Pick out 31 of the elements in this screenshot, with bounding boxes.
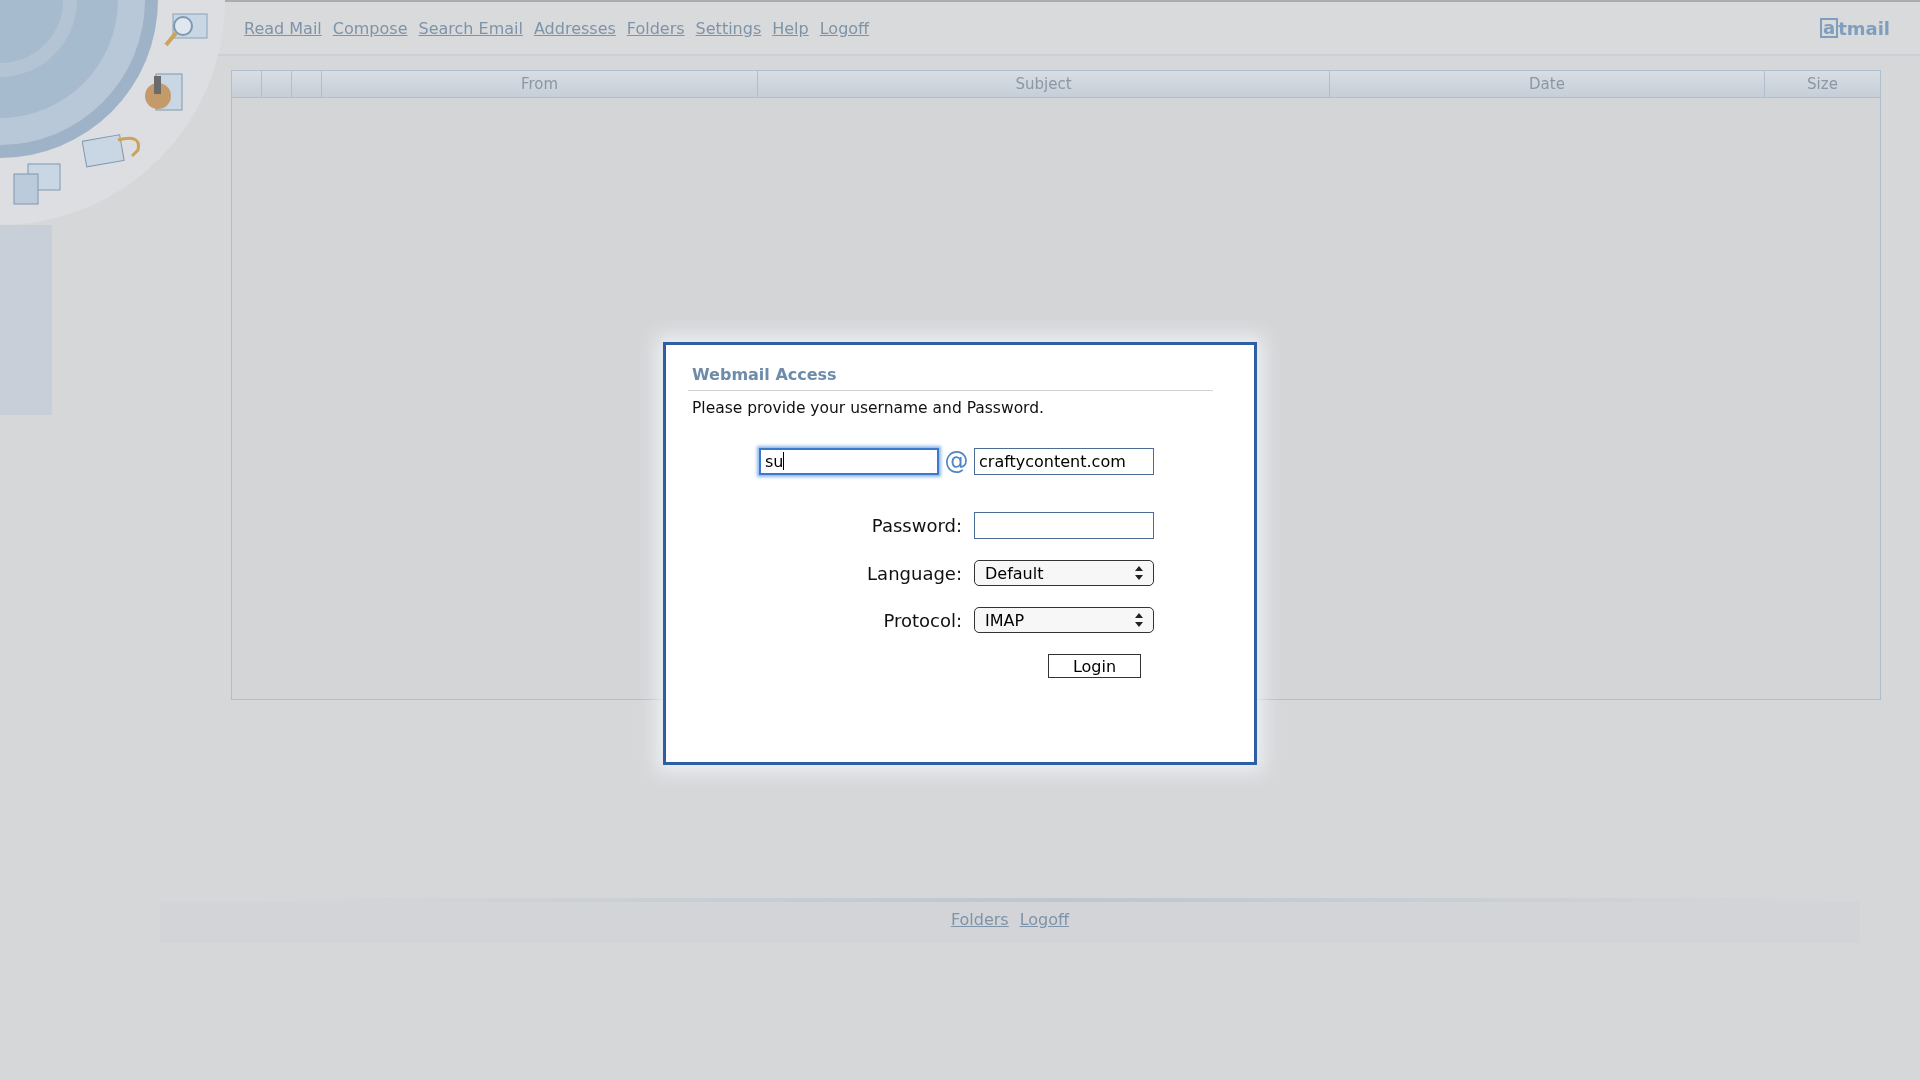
documents-icon[interactable] [12,162,62,206]
nav-link[interactable]: Help [772,18,809,38]
nav-link[interactable]: Read Mail [244,18,322,38]
nav-link[interactable]: Addresses [533,18,616,38]
column-header[interactable]: Subject [758,71,1330,97]
updown-arrows-icon [1135,566,1143,580]
dialog-title: Webmail Access [692,365,838,384]
logo-mark: a [1820,18,1839,38]
field-label: Password: [870,515,962,536]
nav-link[interactable]: Search Email [418,18,523,38]
nav-link[interactable]: Logoff [819,18,870,38]
at-sign: @ [943,447,970,475]
updown-arrows-icon [1135,613,1143,627]
footer-link[interactable]: Folders [950,910,1009,929]
logo-text: tmail [1838,17,1890,39]
login-button[interactable]: Login [1048,654,1141,678]
nav-link[interactable]: Compose [332,18,408,38]
field-label: Language: [866,562,962,584]
nav-link[interactable]: Folders [626,18,685,38]
column-header[interactable]: From [322,71,758,97]
password-field[interactable] [974,512,1154,539]
nav-link[interactable]: Settings [695,18,762,38]
dialog-message: Please provide your username and Password. [692,399,1045,417]
column-header[interactable]: Date [1330,71,1765,97]
select-dropdown[interactable]: IMAP [974,607,1154,633]
footer-link[interactable]: Logoff [1019,910,1070,929]
column-header[interactable]: Size [1765,71,1880,97]
select-dropdown[interactable]: Default [974,560,1154,586]
field-label: Protocol: [882,609,962,631]
username-field[interactable]: su [759,447,939,475]
domain-field[interactable]: craftycontent.com [974,447,1154,475]
